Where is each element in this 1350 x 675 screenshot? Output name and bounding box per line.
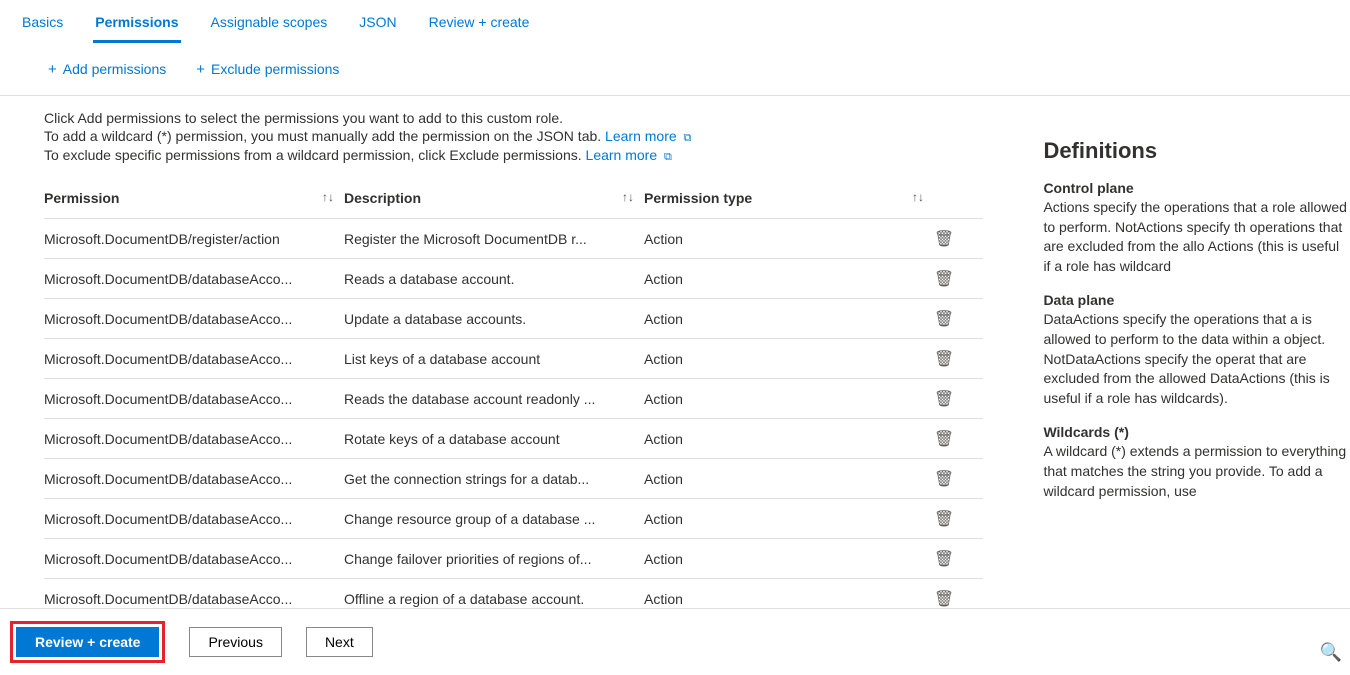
- wildcards-heading: Wildcards (*): [1043, 424, 1350, 440]
- table-row: Microsoft.DocumentDB/databaseAcco...Read…: [44, 378, 983, 418]
- cell-type: Action: [644, 271, 924, 287]
- exclude-permissions-button[interactable]: + Exclude permissions: [196, 61, 339, 77]
- add-permissions-label: Add permissions: [63, 61, 167, 77]
- highlight-box: Review + create: [10, 621, 165, 663]
- cell-permission: Microsoft.DocumentDB/databaseAcco...: [44, 431, 344, 447]
- learn-more-link[interactable]: Learn more: [605, 128, 677, 144]
- sort-icon[interactable]: ↑↓: [622, 190, 634, 204]
- plus-icon: +: [48, 62, 57, 77]
- tab-permissions[interactable]: Permissions: [93, 8, 180, 43]
- control-plane-heading: Control plane: [1043, 180, 1350, 196]
- cell-description: Reads a database account.: [344, 271, 644, 287]
- cell-type: Action: [644, 471, 924, 487]
- delete-icon[interactable]: 🗑: [934, 391, 954, 408]
- sort-icon[interactable]: ↑↓: [912, 190, 924, 204]
- definitions-title: Definitions: [1043, 138, 1350, 164]
- table-row: Microsoft.DocumentDB/databaseAcco...Chan…: [44, 498, 983, 538]
- tab-bar: Basics Permissions Assignable scopes JSO…: [0, 0, 1350, 43]
- cell-permission: Microsoft.DocumentDB/databaseAcco...: [44, 511, 344, 527]
- search-icon[interactable]: 🔍: [1320, 642, 1342, 663]
- tab-review-create[interactable]: Review + create: [427, 8, 532, 43]
- review-create-button[interactable]: Review + create: [16, 627, 159, 657]
- col-permission-header: Permission: [44, 190, 119, 206]
- cell-type: Action: [644, 351, 924, 367]
- cell-description: Get the connection strings for a datab..…: [344, 471, 644, 487]
- exclude-permissions-label: Exclude permissions: [211, 61, 339, 77]
- cell-type: Action: [644, 591, 924, 607]
- help-text: Click Add permissions to select the perm…: [44, 110, 983, 164]
- cell-type: Action: [644, 431, 924, 447]
- table-row: Microsoft.DocumentDB/databaseAcco...List…: [44, 338, 983, 378]
- cell-type: Action: [644, 551, 924, 567]
- delete-icon[interactable]: 🗑: [934, 231, 954, 248]
- learn-more-link[interactable]: Learn more: [586, 147, 658, 163]
- delete-icon[interactable]: 🗑: [934, 511, 954, 528]
- table-row: Microsoft.DocumentDB/register/actionRegi…: [44, 218, 983, 258]
- cell-description: Offline a region of a database account.: [344, 591, 644, 607]
- delete-icon[interactable]: 🗑: [934, 471, 954, 488]
- col-description-header: Description: [344, 190, 421, 206]
- table-row: Microsoft.DocumentDB/databaseAcco...Upda…: [44, 298, 983, 338]
- cell-permission: Microsoft.DocumentDB/databaseAcco...: [44, 591, 344, 607]
- cell-type: Action: [644, 391, 924, 407]
- delete-icon[interactable]: 🗑: [934, 351, 954, 368]
- cell-description: Change failover priorities of regions of…: [344, 551, 644, 567]
- cell-type: Action: [644, 311, 924, 327]
- cell-permission: Microsoft.DocumentDB/databaseAcco...: [44, 311, 344, 327]
- permissions-table: Permission ↑↓ Description ↑↓ Permission …: [44, 178, 983, 618]
- cell-permission: Microsoft.DocumentDB/databaseAcco...: [44, 471, 344, 487]
- sub-action-bar: + Add permissions + Exclude permissions: [0, 43, 1350, 95]
- table-row: Microsoft.DocumentDB/databaseAcco...Rota…: [44, 418, 983, 458]
- sort-icon[interactable]: ↑↓: [322, 190, 334, 204]
- cell-description: List keys of a database account: [344, 351, 644, 367]
- definitions-panel: Definitions Control plane Actions specif…: [1043, 108, 1350, 618]
- table-row: Microsoft.DocumentDB/databaseAcco...Get …: [44, 458, 983, 498]
- cell-type: Action: [644, 511, 924, 527]
- data-plane-text: DataActions specify the operations that …: [1043, 310, 1350, 408]
- plus-icon: +: [196, 62, 205, 77]
- cell-description: Register the Microsoft DocumentDB r...: [344, 231, 644, 247]
- external-link-icon: ⧉: [684, 132, 692, 144]
- external-link-icon: ⧉: [664, 151, 672, 163]
- next-button[interactable]: Next: [306, 627, 373, 657]
- cell-description: Update a database accounts.: [344, 311, 644, 327]
- footer-bar: Review + create Previous Next: [0, 608, 1350, 675]
- tab-assignable-scopes[interactable]: Assignable scopes: [209, 8, 330, 43]
- table-row: Microsoft.DocumentDB/databaseAcco...Chan…: [44, 538, 983, 578]
- data-plane-heading: Data plane: [1043, 292, 1350, 308]
- cell-description: Rotate keys of a database account: [344, 431, 644, 447]
- delete-icon[interactable]: 🗑: [934, 271, 954, 288]
- col-type-header: Permission type: [644, 190, 752, 206]
- cell-permission: Microsoft.DocumentDB/register/action: [44, 231, 344, 247]
- table-header: Permission ↑↓ Description ↑↓ Permission …: [44, 178, 983, 218]
- help-line-2: To add a wildcard (*) permission, you mu…: [44, 128, 605, 144]
- cell-permission: Microsoft.DocumentDB/databaseAcco...: [44, 351, 344, 367]
- table-row: Microsoft.DocumentDB/databaseAcco...Read…: [44, 258, 983, 298]
- cell-permission: Microsoft.DocumentDB/databaseAcco...: [44, 551, 344, 567]
- cell-permission: Microsoft.DocumentDB/databaseAcco...: [44, 271, 344, 287]
- delete-icon[interactable]: 🗑: [934, 311, 954, 328]
- delete-icon[interactable]: 🗑: [934, 551, 954, 568]
- control-plane-text: Actions specify the operations that a ro…: [1043, 198, 1350, 276]
- cell-description: Change resource group of a database ...: [344, 511, 644, 527]
- delete-icon[interactable]: 🗑: [934, 591, 954, 608]
- tab-basics[interactable]: Basics: [20, 8, 65, 43]
- wildcards-text: A wildcard (*) extends a permission to e…: [1043, 442, 1350, 501]
- previous-button[interactable]: Previous: [189, 627, 281, 657]
- delete-icon[interactable]: 🗑: [934, 431, 954, 448]
- cell-permission: Microsoft.DocumentDB/databaseAcco...: [44, 391, 344, 407]
- cell-type: Action: [644, 231, 924, 247]
- add-permissions-button[interactable]: + Add permissions: [48, 61, 166, 77]
- cell-description: Reads the database account readonly ...: [344, 391, 644, 407]
- tab-json[interactable]: JSON: [357, 8, 398, 43]
- help-line-1: Click Add permissions to select the perm…: [44, 110, 983, 126]
- help-line-3: To exclude specific permissions from a w…: [44, 147, 586, 163]
